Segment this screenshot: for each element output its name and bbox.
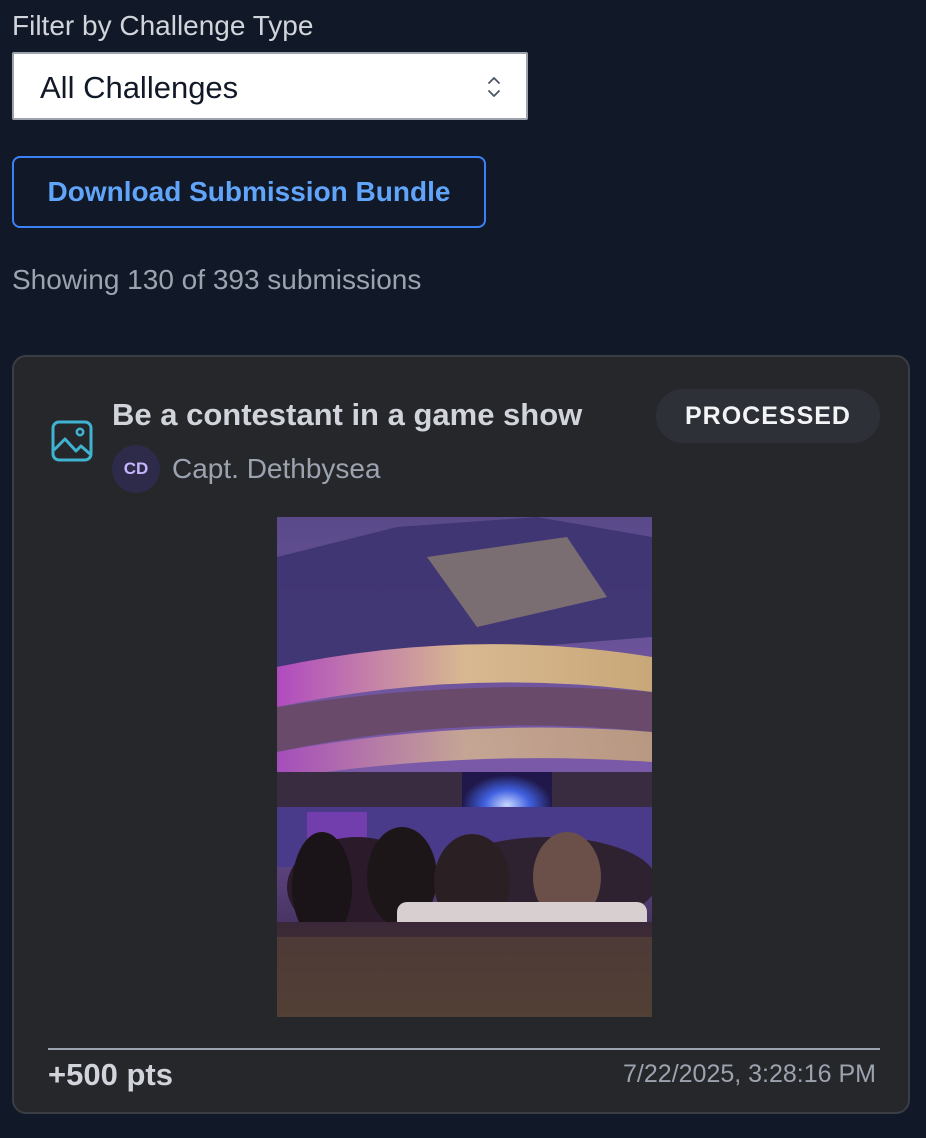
chevron-up-down-icon: [488, 77, 500, 97]
download-submission-bundle-button[interactable]: Download Submission Bundle: [12, 156, 486, 228]
filter-label: Filter by Challenge Type: [12, 10, 314, 41]
submission-count: Showing 130 of 393 submissions: [12, 264, 422, 295]
status-badge: PROCESSED: [656, 389, 880, 443]
avatar: CD: [112, 445, 160, 493]
card-divider: [48, 1048, 880, 1050]
photo-illustration: [277, 517, 652, 1017]
submission-photo[interactable]: [277, 517, 652, 1017]
submission-timestamp: 7/22/2025, 3:28:16 PM: [623, 1060, 876, 1088]
select-value: All Challenges: [40, 70, 239, 105]
author-name[interactable]: Capt. Dethbysea: [172, 453, 381, 485]
challenge-title: Be a contestant in a game show: [112, 397, 583, 432]
submission-card[interactable]: Be a contestant in a game show PROCESSED…: [12, 355, 910, 1114]
points-value: +500 pts: [48, 1057, 173, 1092]
page: Filter by Challenge Type All Challenges …: [0, 0, 926, 1138]
challenge-type-select[interactable]: All Challenges: [12, 52, 528, 120]
image-icon: [51, 420, 93, 462]
